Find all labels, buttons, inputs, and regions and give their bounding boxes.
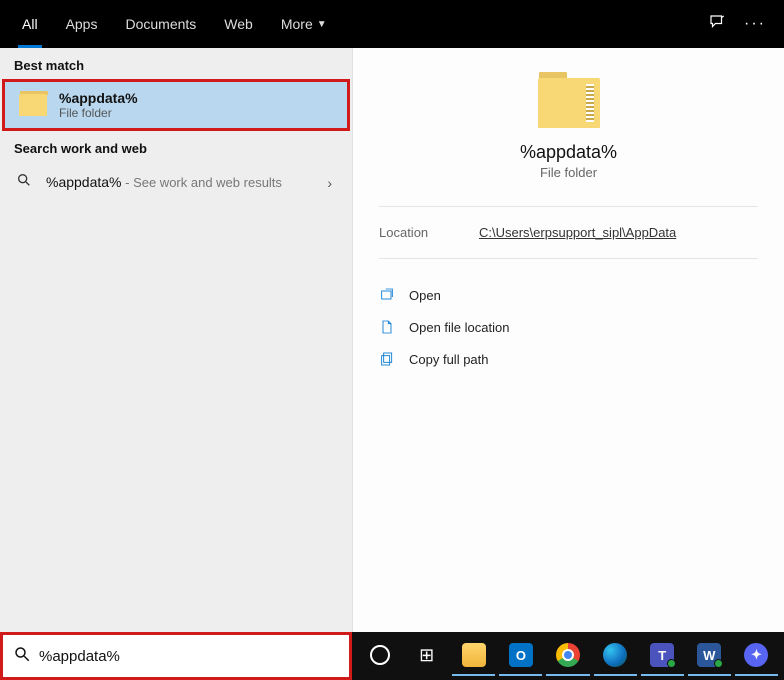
taskbar-edge[interactable] (594, 636, 637, 676)
best-match-subtitle: File folder (59, 106, 138, 120)
best-match-result[interactable]: %appdata% File folder (2, 79, 350, 131)
best-match-heading: Best match (0, 48, 352, 79)
taskbar: ⊞ O T W ✦ (352, 632, 784, 680)
file-explorer-icon (462, 643, 486, 667)
chevron-down-icon: ▼ (317, 19, 327, 30)
preview-title: %appdata% (520, 142, 617, 163)
tabs-container: All Apps Documents Web More ▼ (8, 0, 341, 48)
location-label: Location (379, 225, 479, 240)
preview-header: %appdata% File folder (353, 48, 784, 180)
chrome-icon (556, 643, 580, 667)
location-value[interactable]: C:\Users\erpsupport_sipl\AppData (479, 225, 676, 240)
feedback-icon[interactable] (708, 13, 726, 36)
tab-all[interactable]: All (8, 0, 52, 48)
search-box[interactable] (0, 632, 352, 680)
more-options-icon[interactable]: ··· (744, 15, 766, 33)
action-open-location[interactable]: Open file location (373, 311, 764, 343)
outlook-icon: O (509, 643, 533, 667)
main-area: Best match %appdata% File folder Search … (0, 48, 784, 632)
search-tabs-bar: All Apps Documents Web More ▼ ··· (0, 0, 784, 48)
file-location-icon (379, 319, 395, 335)
status-available-icon (714, 659, 723, 668)
topbar-right: ··· (708, 13, 776, 36)
tab-documents[interactable]: Documents (111, 0, 210, 48)
edge-icon (603, 643, 627, 667)
search-web-heading: Search work and web (0, 131, 352, 162)
status-available-icon (667, 659, 676, 668)
copy-icon (379, 351, 395, 367)
folder-icon (538, 78, 600, 128)
taskbar-outlook[interactable]: O (499, 636, 542, 676)
search-icon (14, 172, 34, 193)
action-open[interactable]: Open (373, 279, 764, 311)
taskbar-taskview[interactable]: ⊞ (405, 636, 448, 676)
tab-more[interactable]: More ▼ (267, 0, 341, 48)
action-copy-path[interactable]: Copy full path (373, 343, 764, 375)
tab-apps[interactable]: Apps (52, 0, 112, 48)
web-result-hint: - See work and web results (122, 175, 282, 190)
web-result[interactable]: %appdata% - See work and web results › (0, 162, 352, 203)
preview-subtitle: File folder (540, 165, 597, 180)
cortana-icon (370, 645, 390, 665)
taskbar-teams[interactable]: T (641, 636, 684, 676)
taskbar-discord[interactable]: ✦ (735, 636, 778, 676)
search-input[interactable] (39, 648, 339, 665)
chevron-right-icon: › (327, 175, 338, 191)
results-panel: Best match %appdata% File folder Search … (0, 48, 352, 632)
taskbar-chrome[interactable] (546, 636, 589, 676)
tab-more-label: More (281, 16, 313, 32)
tab-web[interactable]: Web (210, 0, 267, 48)
web-result-term: %appdata% (46, 174, 122, 190)
web-result-text: %appdata% - See work and web results (46, 174, 282, 192)
taskbar-cortana[interactable] (358, 636, 401, 676)
actions-list: Open Open file location Copy full path (353, 259, 784, 375)
action-open-location-label: Open file location (409, 320, 509, 335)
best-match-title: %appdata% (59, 90, 138, 106)
location-row: Location C:\Users\erpsupport_sipl\AppDat… (353, 207, 784, 240)
preview-panel: %appdata% File folder Location C:\Users\… (352, 48, 784, 632)
action-copy-path-label: Copy full path (409, 352, 489, 367)
taskbar-word[interactable]: W (688, 636, 731, 676)
open-icon (379, 287, 395, 303)
taskview-icon: ⊞ (419, 645, 434, 666)
action-open-label: Open (409, 288, 441, 303)
folder-icon (19, 94, 47, 116)
taskbar-file-explorer[interactable] (452, 636, 495, 676)
discord-icon: ✦ (744, 643, 768, 667)
best-match-text: %appdata% File folder (59, 90, 138, 120)
search-icon (13, 645, 31, 668)
